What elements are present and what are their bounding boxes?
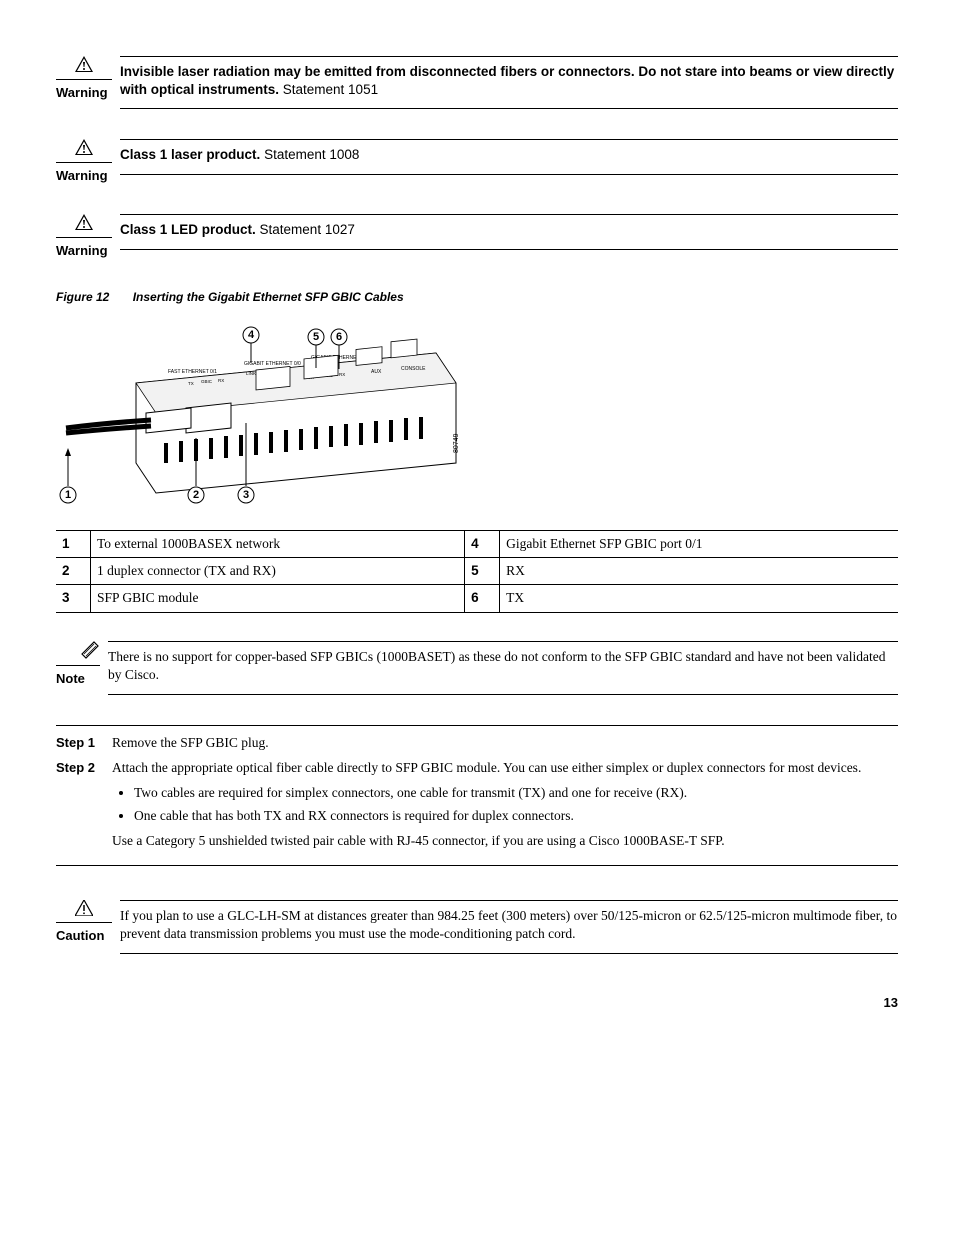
warning-body: Invisible laser radiation may be emitted… [120,56,898,109]
page-number: 13 [56,994,898,1012]
svg-text:LINK: LINK [246,371,256,376]
svg-text:5: 5 [313,331,319,343]
warning-block: Warning Class 1 laser product. Statement… [56,139,898,184]
caution-text: If you plan to use a GLC-LH-SM at distan… [120,901,898,953]
warning-icon [56,139,112,163]
table-row: 2 1 duplex connector (TX and RX) 5 RX [56,558,898,585]
callout-number: 4 [465,531,500,558]
callout-number: 6 [465,585,500,612]
callout-desc: Gigabit Ethernet SFP GBIC port 0/1 [500,531,898,558]
warning-block: Warning Class 1 LED product. Statement 1… [56,214,898,259]
note-icon [56,641,100,667]
callout-desc: SFP GBIC module [91,585,465,612]
caution-label: Caution [56,927,112,945]
caution-icon [56,900,112,924]
warning-label-column: Warning [56,214,112,259]
list-item: Two cables are required for simplex conn… [134,784,898,803]
step-body: Attach the appropriate optical fiber cab… [112,759,898,851]
step-after: Use a Category 5 unshielded twisted pair… [112,832,898,851]
warning-label-column: Warning [56,56,112,101]
svg-text:CONSOLE: CONSOLE [401,366,426,372]
warning-block: Warning Invisible laser radiation may be… [56,56,898,109]
svg-text:6: 6 [336,331,342,343]
note-label-column: Note [56,641,100,688]
step-row: Step 1 Remove the SFP GBIC plug. [56,734,898,753]
step-intro: Attach the appropriate optical fiber cab… [112,759,898,778]
svg-text:GBIC: GBIC [201,379,213,384]
figure-label: Figure 12 [56,290,109,304]
warning-statement: Statement 1027 [256,222,355,237]
warning-statement: Statement 1051 [279,82,378,97]
step-row: Step 2 Attach the appropriate optical fi… [56,759,898,851]
caution-body: If you plan to use a GLC-LH-SM at distan… [120,900,898,954]
warning-body: Class 1 laser product. Statement 1008 [120,139,898,175]
svg-text:FAST ETHERNET 0/1: FAST ETHERNET 0/1 [168,369,217,375]
table-row: 1 To external 1000BASEX network 4 Gigabi… [56,531,898,558]
svg-text:3: 3 [243,489,249,501]
svg-text:RX: RX [218,378,224,383]
step-label: Step 2 [56,759,112,777]
svg-text:AUX: AUX [371,369,382,375]
callout-desc: 1 duplex connector (TX and RX) [91,558,465,585]
svg-text:2: 2 [193,489,199,501]
warning-icon [56,56,112,80]
note-text: There is no support for copper-based SFP… [108,642,898,694]
callout-desc: TX [500,585,898,612]
svg-text:4: 4 [248,329,255,341]
step-label: Step 1 [56,734,112,752]
note-block: Note There is no support for copper-base… [56,641,898,695]
warning-label-column: Warning [56,139,112,184]
callout-number: 2 [56,558,91,585]
svg-text:1: 1 [65,489,71,501]
step-bullet-list: Two cables are required for simplex conn… [112,784,898,826]
warning-body: Class 1 LED product. Statement 1027 [120,214,898,250]
note-body: There is no support for copper-based SFP… [108,641,898,695]
svg-text:RX: RX [339,372,345,377]
callout-table: 1 To external 1000BASEX network 4 Gigabi… [56,530,898,613]
warning-label: Warning [56,167,112,185]
warning-label: Warning [56,84,112,102]
warning-icon [56,214,112,238]
warning-bold-text: Class 1 LED product. [120,222,256,237]
warning-bold-text: Invisible laser radiation may be emitted… [120,64,894,97]
warning-label: Warning [56,242,112,260]
warning-bold-text: Class 1 laser product. [120,147,260,162]
svg-text:80749: 80749 [453,434,460,454]
callout-number: 3 [56,585,91,612]
table-row: 3 SFP GBIC module 6 TX [56,585,898,612]
figure-diagram: FAST ETHERNET 0/1 GIGABIT ETHERNET 0/0 G… [56,313,898,518]
step-text: Remove the SFP GBIC plug. [112,734,898,753]
callout-desc: RX [500,558,898,585]
steps-section: Step 1 Remove the SFP GBIC plug. Step 2 … [56,725,898,865]
svg-text:TX: TX [188,381,194,386]
caution-label-column: Caution [56,900,112,945]
callout-desc: To external 1000BASEX network [91,531,465,558]
list-item: One cable that has both TX and RX connec… [134,807,898,826]
callout-number: 5 [465,558,500,585]
note-label: Note [56,670,100,688]
svg-text:GIGABIT ETHERNET 0/0: GIGABIT ETHERNET 0/0 [244,361,301,367]
caution-block: Caution If you plan to use a GLC-LH-SM a… [56,900,898,954]
figure-caption: Figure 12 Inserting the Gigabit Ethernet… [56,289,898,305]
warning-statement: Statement 1008 [260,147,359,162]
callout-number: 1 [56,531,91,558]
figure-title: Inserting the Gigabit Ethernet SFP GBIC … [133,290,404,304]
